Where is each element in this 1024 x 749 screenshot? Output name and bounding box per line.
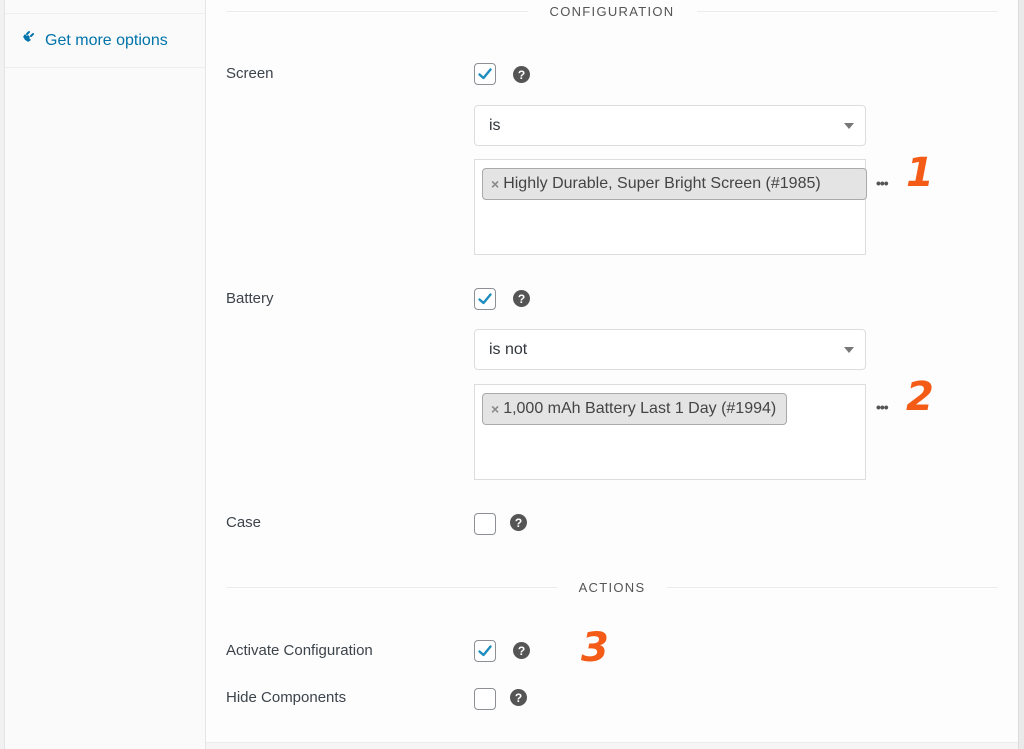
help-icon[interactable]: ? bbox=[513, 290, 530, 307]
configuration-section-header: CONFIGURATION bbox=[226, 1, 998, 21]
annotation-number: 1 bbox=[906, 150, 934, 196]
divider bbox=[226, 586, 557, 588]
product-configuration-panel: Get more options CONFIGURATION Screen ? … bbox=[0, 0, 1024, 749]
checkmark-icon bbox=[478, 645, 492, 657]
help-icon[interactable]: ? bbox=[510, 514, 527, 531]
divider bbox=[667, 586, 999, 588]
help-icon[interactable]: ? bbox=[510, 689, 527, 706]
panel-footer bbox=[206, 742, 1018, 749]
hide-components-checkbox[interactable] bbox=[474, 688, 496, 710]
annotation-number: 3 bbox=[581, 625, 609, 671]
divider bbox=[226, 10, 528, 12]
main-content: CONFIGURATION Screen ? is × Highly Durab… bbox=[206, 0, 1018, 742]
selected-component-token: × 1,000 mAh Battery Last 1 Day (#1994) bbox=[482, 393, 788, 425]
sidebar-divider bbox=[5, 67, 205, 68]
sidebar-item-label: Get more options bbox=[45, 31, 168, 49]
sidebar-item-get-more-options[interactable]: Get more options bbox=[19, 30, 168, 51]
case-checkbox[interactable] bbox=[474, 513, 496, 535]
help-icon[interactable]: ? bbox=[513, 66, 530, 83]
token-label: 1,000 mAh Battery Last 1 Day (#1994) bbox=[503, 400, 777, 417]
checkmark-icon bbox=[478, 68, 492, 80]
battery-label: Battery bbox=[226, 290, 274, 307]
screen-checkbox[interactable] bbox=[474, 63, 496, 85]
sidebar-divider bbox=[5, 13, 205, 14]
annotation-number: 2 bbox=[906, 374, 934, 420]
dropdown-arrow-icon bbox=[844, 347, 854, 353]
activate-configuration-label: Activate Configuration bbox=[226, 642, 373, 659]
hide-components-label: Hide Components bbox=[226, 689, 347, 706]
scrollbar[interactable] bbox=[1018, 0, 1024, 749]
plug-icon bbox=[19, 30, 35, 51]
divider bbox=[696, 10, 998, 12]
remove-token-icon[interactable]: × bbox=[491, 401, 499, 417]
case-label: Case bbox=[226, 514, 262, 531]
screen-components-multiselect[interactable]: × Highly Durable, Super Bright Screen (#… bbox=[474, 159, 867, 255]
section-title: ACTIONS bbox=[578, 579, 646, 595]
remove-token-icon[interactable]: × bbox=[491, 176, 499, 192]
screen-condition-select[interactable]: is bbox=[474, 105, 866, 146]
more-options-icon[interactable]: ••• bbox=[876, 175, 889, 191]
dropdown-arrow-icon bbox=[844, 123, 854, 129]
screen-label: Screen bbox=[226, 65, 274, 82]
checkmark-icon bbox=[478, 293, 492, 305]
select-value: is not bbox=[489, 340, 528, 358]
activate-configuration-checkbox[interactable] bbox=[474, 640, 496, 662]
section-title: CONFIGURATION bbox=[549, 3, 675, 19]
selected-component-token: × Highly Durable, Super Bright Screen (#… bbox=[482, 168, 867, 200]
token-label: Highly Durable, Super Bright Screen (#19… bbox=[503, 175, 821, 192]
sidebar: Get more options bbox=[4, 0, 206, 749]
actions-section-header: ACTIONS bbox=[226, 577, 999, 597]
select-value: is bbox=[489, 116, 501, 134]
battery-condition-select[interactable]: is not bbox=[474, 329, 866, 370]
help-icon[interactable]: ? bbox=[513, 642, 530, 659]
battery-components-multiselect[interactable]: × 1,000 mAh Battery Last 1 Day (#1994) bbox=[474, 384, 866, 480]
battery-checkbox[interactable] bbox=[474, 288, 496, 310]
more-options-icon[interactable]: ••• bbox=[876, 399, 889, 415]
